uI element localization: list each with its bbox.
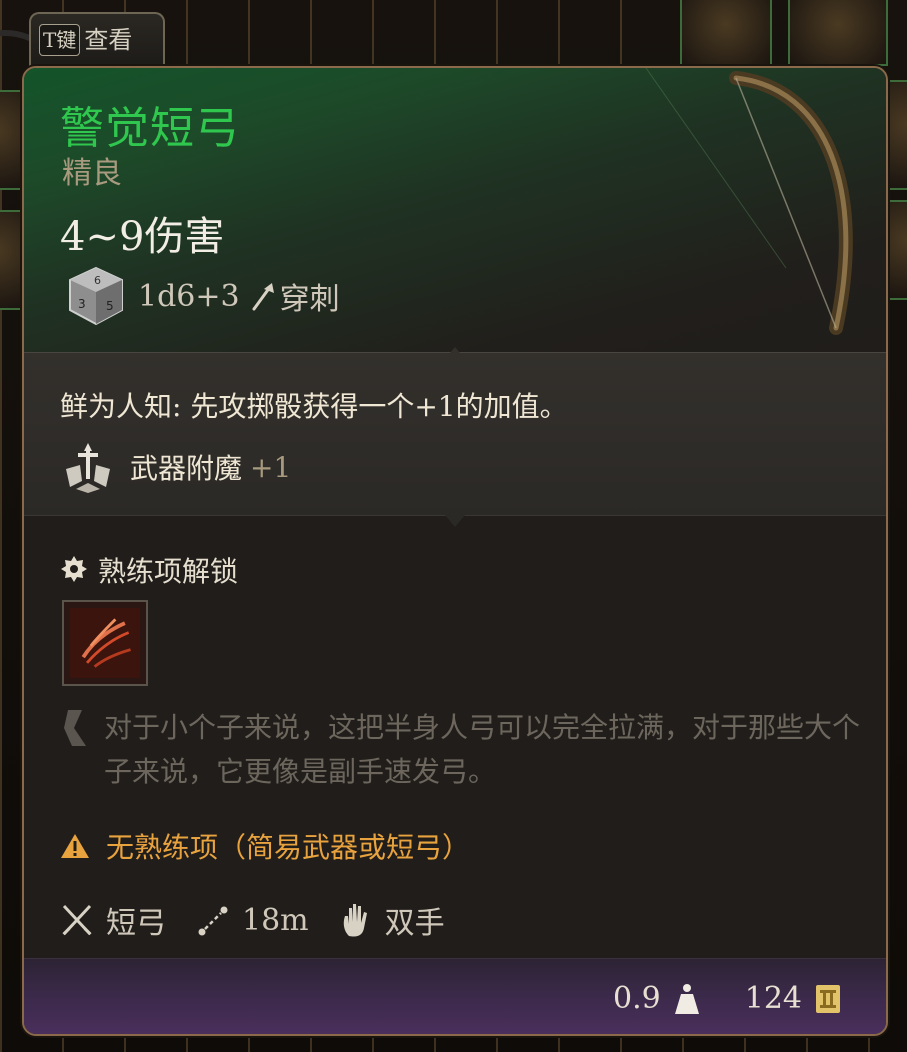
- gold-value: 124: [744, 981, 802, 1016]
- section-divider-notch: [445, 347, 465, 359]
- weapon-type-property: 短弓: [60, 898, 166, 942]
- warning-icon: [61, 834, 89, 858]
- inspect-hint-tab[interactable]: T键 查看: [29, 12, 165, 70]
- tooltip-footer: 0.9 124: [24, 958, 886, 1034]
- proficiency-action-slot[interactable]: [62, 600, 148, 686]
- weight-icon: [674, 983, 699, 1014]
- passive-description: 鲜为人知: 先攻掷骰获得一个+1的加值。: [60, 390, 568, 423]
- shortbow-art-icon: [645, 68, 853, 335]
- inventory-slot[interactable]: [788, 0, 888, 66]
- damage-dice-row: 6 3 5 1d6+3 穿刺: [64, 264, 340, 328]
- svg-text:6: 6: [94, 274, 101, 287]
- item-rarity: 精良: [62, 156, 122, 191]
- proficiency-warning-row: 无熟练项（简易武器或短弓）: [60, 826, 470, 866]
- proficiency-section: 熟练项解锁 对于小个子来说，这把半身人弓可以完全拉满，对于那些大个子来说，它更像…: [24, 515, 886, 962]
- damage-range: 4~9伤害: [60, 214, 225, 260]
- badge-icon: [61, 556, 87, 582]
- weight-value-row: 0.9 124: [613, 981, 842, 1016]
- weapon-enchant-icon: [66, 443, 110, 493]
- lore-quote-icon: [64, 710, 86, 746]
- proficiency-warning-text: 无熟练项（简易武器或短弓）: [106, 831, 471, 864]
- svg-text:5: 5: [106, 299, 114, 313]
- weight-value: 0.9: [613, 981, 661, 1016]
- piercing-arrow-icon: [252, 283, 274, 311]
- weapon-enchant-value: +1: [250, 450, 292, 484]
- weapon-enchant-row: 武器附魔 +1: [60, 439, 291, 495]
- dice-formula: 1d6+3: [138, 278, 240, 314]
- section-divider-notch: [445, 515, 465, 527]
- passive-section: 鲜为人知: 先攻掷骰获得一个+1的加值。 武器附魔 +1: [24, 347, 886, 516]
- inventory-slot[interactable]: [888, 80, 907, 190]
- t-key-badge: T键: [39, 24, 81, 56]
- inventory-slot[interactable]: [0, 90, 22, 190]
- svg-text:3: 3: [78, 297, 86, 311]
- inventory-slot[interactable]: [680, 0, 772, 66]
- d6-dice-icon: 6 3 5: [69, 266, 123, 326]
- range-property: 18m: [196, 900, 309, 940]
- inventory-slot[interactable]: [0, 210, 22, 310]
- gold-coin-icon: [816, 984, 840, 1013]
- lore-text: 对于小个子来说，这把半身人弓可以完全拉满，对于那些大个子来说，它更像是副手速发弓…: [104, 711, 861, 788]
- item-name: 警觉短弓: [60, 103, 240, 154]
- weapon-properties-row: 短弓 18m 双手: [60, 898, 475, 942]
- handedness-label: 双手: [384, 906, 445, 941]
- weapon-enchant-label: 武器附魔: [130, 452, 243, 485]
- hand-icon: [343, 904, 367, 937]
- tooltip-header: 警觉短弓 精良 4~9伤害 6 3 5 1d6+3 穿刺: [24, 68, 886, 352]
- inspect-label: 查看: [84, 26, 133, 54]
- crossed-swords-icon: [62, 904, 92, 936]
- range-icon: [198, 906, 228, 936]
- proficiency-unlock-row: 熟练项解锁: [60, 550, 238, 590]
- lore-row: 对于小个子来说，这把半身人弓可以完全拉满，对于那些大个子来说，它更像是副手速发弓…: [60, 706, 860, 794]
- handedness-property: 双手: [339, 898, 445, 942]
- damage-type: 穿刺: [279, 282, 340, 317]
- shortbow-attack-icon: [70, 608, 140, 678]
- inventory-slot[interactable]: [888, 200, 907, 300]
- range-label: 18m: [242, 902, 309, 938]
- proficiency-unlock-label: 熟练项解锁: [98, 555, 239, 588]
- weapon-type-label: 短弓: [106, 906, 166, 941]
- item-tooltip: 警觉短弓 精良 4~9伤害 6 3 5 1d6+3 穿刺 鲜为人知: 先攻掷骰获…: [22, 66, 888, 1036]
